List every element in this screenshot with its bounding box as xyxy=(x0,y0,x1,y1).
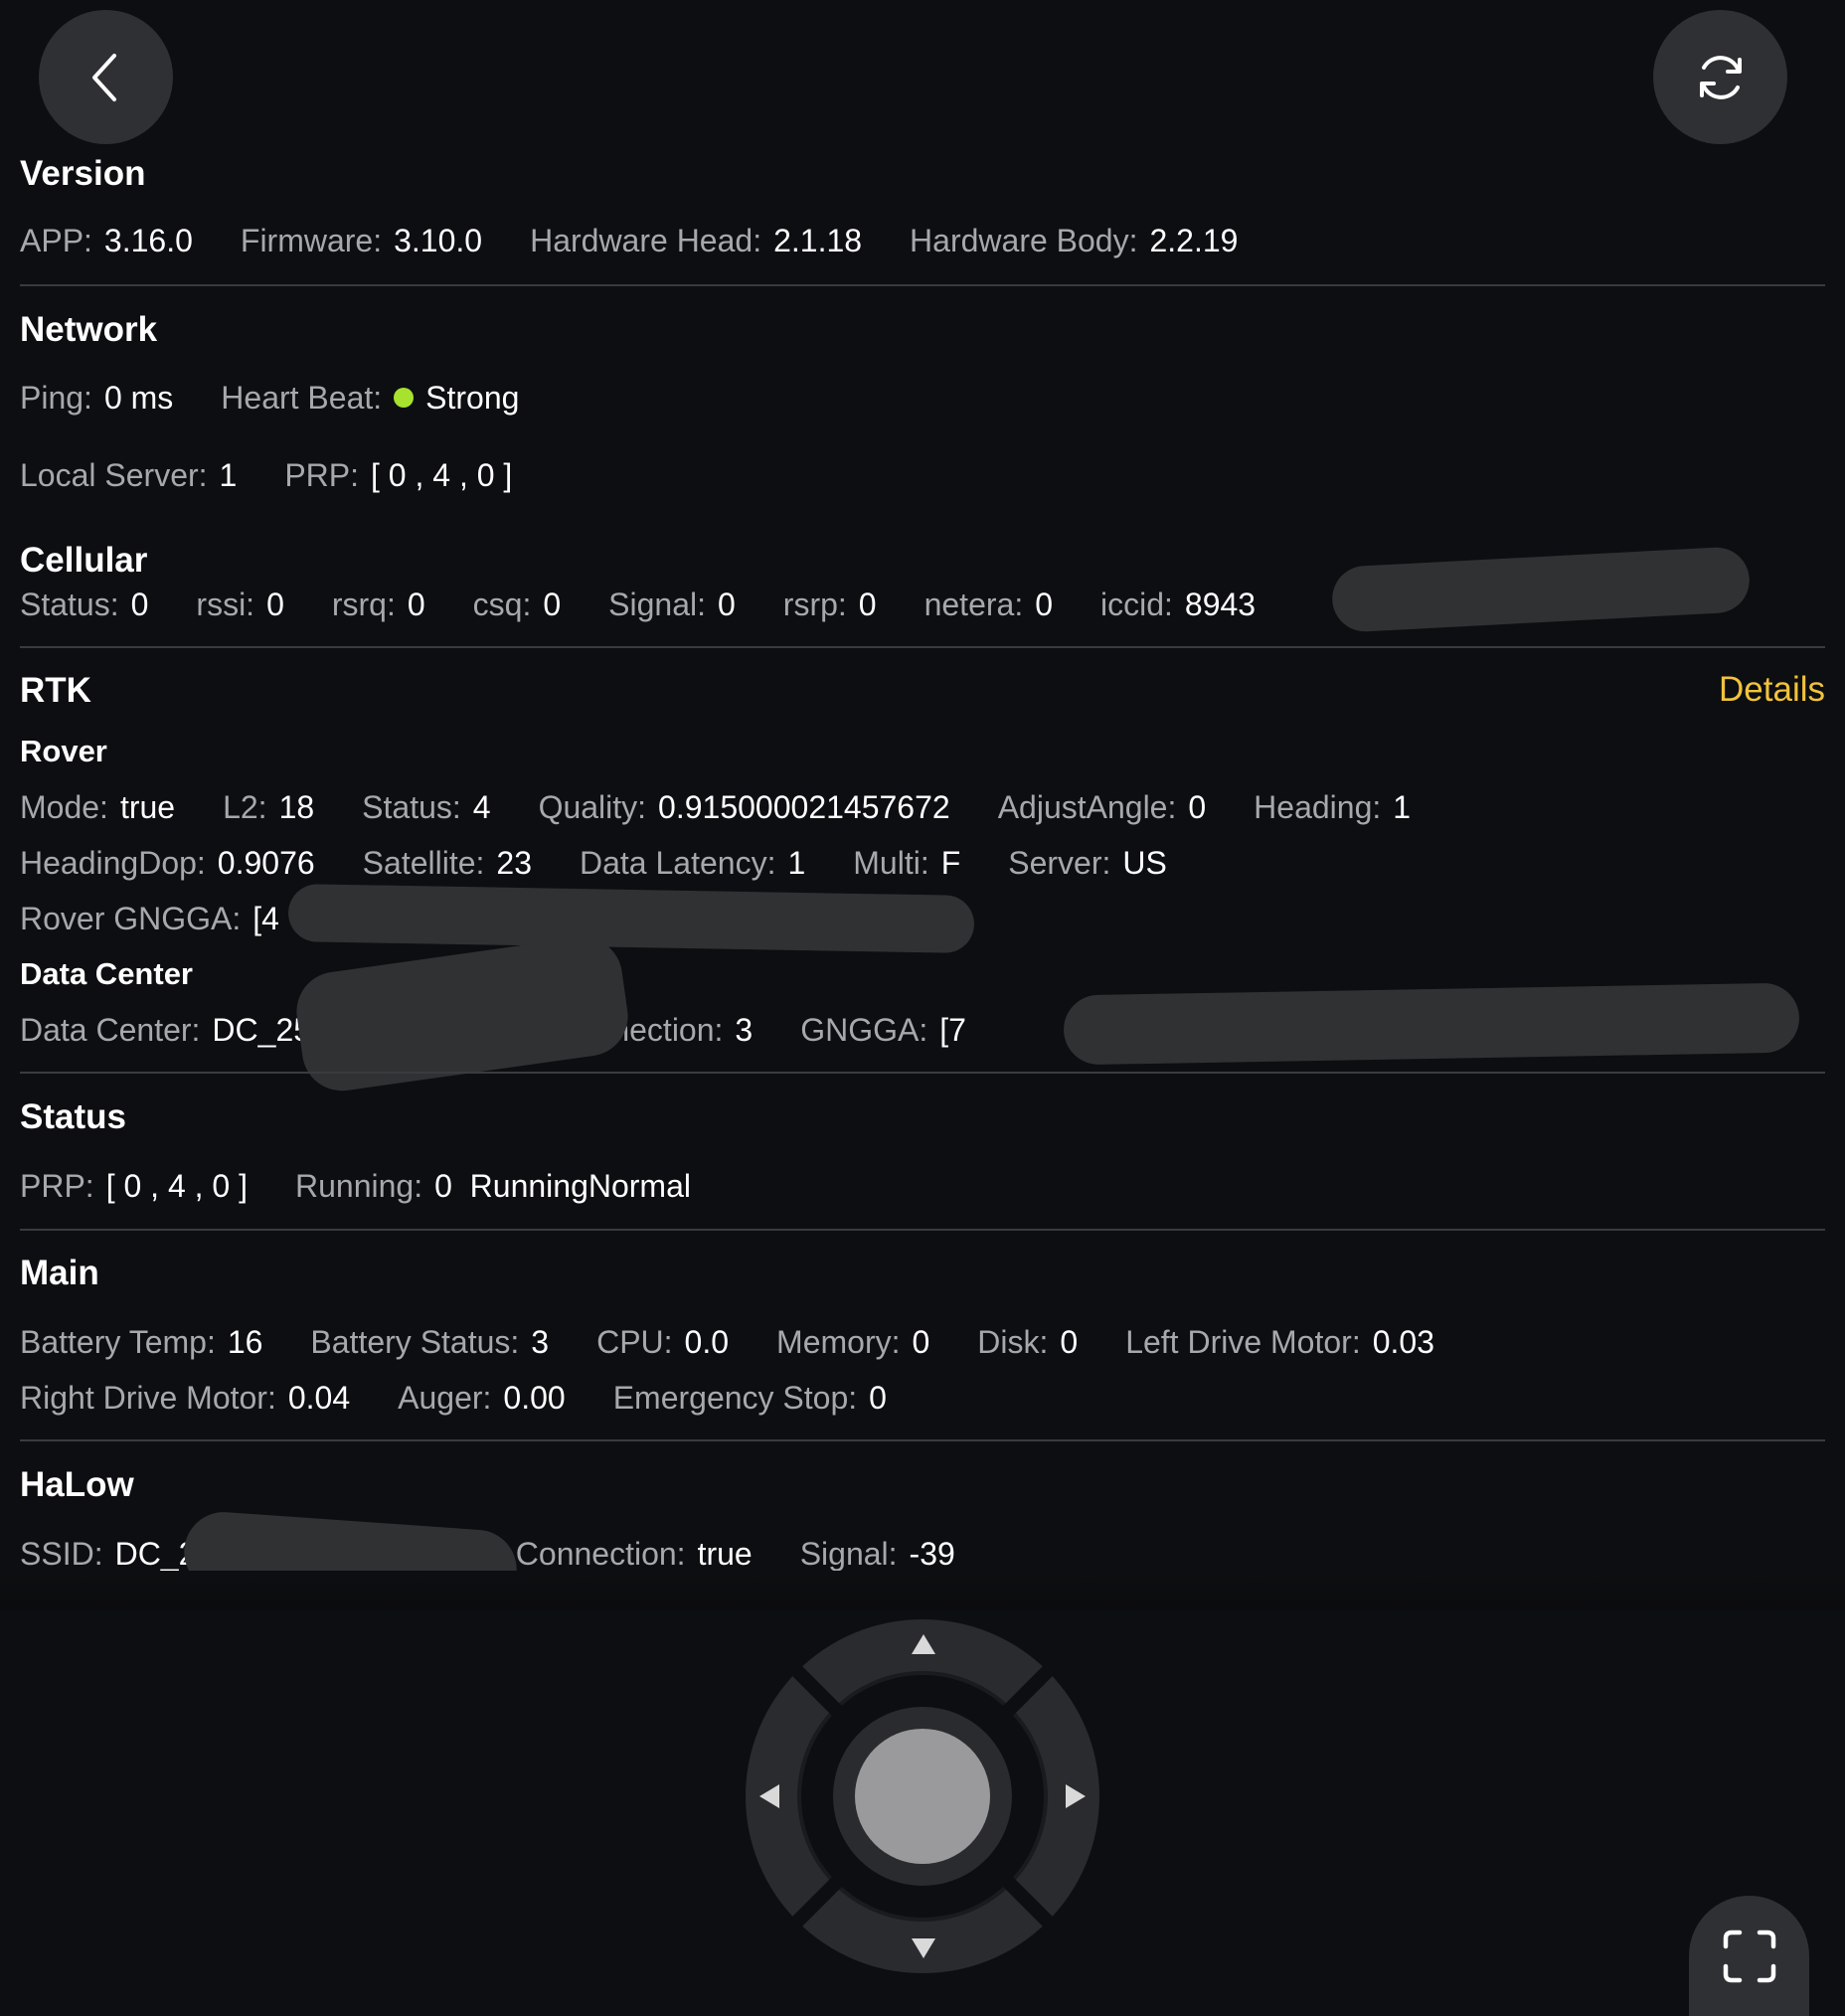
rover-l2: L2: 18 xyxy=(223,789,315,825)
halow-title: HaLow xyxy=(20,1465,134,1504)
version-row: APP: 3.16.0 Firmware: 3.10.0 Hardware Head… xyxy=(20,225,1285,256)
fullscreen-button[interactable] xyxy=(1689,1896,1809,2016)
data-center-title: Data Center xyxy=(20,956,193,991)
battery-temp: Battery Temp: 16 xyxy=(20,1324,263,1360)
cellular-rssi: rssi: 0 xyxy=(196,587,284,622)
version-hardware-body: Hardware Body: 2.2.19 xyxy=(910,223,1239,258)
dpad-graphic xyxy=(746,1619,1099,1973)
main-title: Main xyxy=(20,1254,99,1292)
rover-status: Status: 4 xyxy=(362,789,491,825)
cellular-csq: csq: 0 xyxy=(472,587,562,622)
battery-status: Battery Status: 3 xyxy=(310,1324,550,1360)
divider xyxy=(20,1229,1825,1231)
status-row: PRP:[ 0 , 4 , 0 ] Running: 0 RunningNorma… xyxy=(20,1170,739,1202)
rover-row-1: Mode: true L2: 18 Status: 4 Quality: 0.91500… xyxy=(20,791,1458,823)
network-row-2: Local Server: 1 PRP:[ 0 , 4 , 0 ] xyxy=(20,459,560,491)
rover-heading: Heading: 1 xyxy=(1254,789,1412,825)
local-server-item: Local Server: 1 xyxy=(20,457,238,493)
network-prp-item: PRP:[ 0 , 4 , 0 ] xyxy=(284,457,513,493)
chevron-left-icon xyxy=(91,53,116,101)
left-drive-motor: Left Drive Motor: 0.03 xyxy=(1125,1324,1434,1360)
version-firmware: Firmware: 3.10.0 xyxy=(240,223,483,258)
emergency-stop: Emergency Stop: 0 xyxy=(612,1380,887,1416)
memory: Memory: 0 xyxy=(776,1324,930,1360)
divider xyxy=(20,1072,1825,1074)
redaction-scribble xyxy=(287,883,975,954)
rover-data-latency: Data Latency: 1 xyxy=(580,845,806,881)
cellular-iccid: iccid: 8943 xyxy=(1100,587,1257,622)
bottom-panel-divider xyxy=(0,1571,1845,1610)
version-hardware-head: Hardware Head: 2.1.18 xyxy=(530,223,863,258)
left-arrow-icon[interactable] xyxy=(757,1782,781,1810)
main-row-2: Right Drive Motor: 0.04 Auger: 0.00 Emerge… xyxy=(20,1382,934,1414)
rover-multi: Multi: F xyxy=(853,845,961,881)
refresh-icon xyxy=(1699,55,1742,99)
dpad-joystick[interactable] xyxy=(744,1617,1101,1975)
rover-server: Server: US xyxy=(1008,845,1167,881)
auger: Auger: 0.00 xyxy=(398,1380,566,1416)
cellular-rsrq: rsrq: 0 xyxy=(331,587,425,622)
ping-item: Ping: 0 ms xyxy=(20,380,174,416)
network-row-1: Ping: 0 ms Heart Beat: Strong xyxy=(20,382,567,414)
rover-mode: Mode: true xyxy=(20,789,176,825)
rover-satellite: Satellite: 23 xyxy=(362,845,532,881)
cellular-signal: Signal: 0 xyxy=(608,587,736,622)
cellular-status: Status: 0 xyxy=(20,587,149,622)
divider xyxy=(20,646,1825,648)
rover-quality: Quality: 0.915000021457672 xyxy=(538,789,950,825)
right-arrow-icon[interactable] xyxy=(1064,1782,1088,1810)
disk: Disk: 0 xyxy=(977,1324,1079,1360)
halow-connection: Connection: true xyxy=(515,1536,753,1572)
version-app: APP: 3.16.0 xyxy=(20,223,193,258)
cellular-netera: netera: 0 xyxy=(923,587,1053,622)
rover-heading-dop: HeadingDop: 0.9076 xyxy=(20,845,315,881)
status-prp: PRP:[ 0 , 4 , 0 ] xyxy=(20,1168,248,1204)
rtk-title: RTK xyxy=(20,671,91,710)
version-title: Version xyxy=(20,154,146,193)
cellular-rsrp: rsrp: 0 xyxy=(782,587,877,622)
right-drive-motor: Right Drive Motor: 0.04 xyxy=(20,1380,351,1416)
redaction-scribble xyxy=(1063,982,1800,1066)
cellular-title: Cellular xyxy=(20,541,148,580)
fullscreen-icon xyxy=(1723,1930,1775,1982)
down-arrow-icon[interactable] xyxy=(910,1936,937,1960)
data-center-gngga: GNGGA: [7 xyxy=(800,1012,966,1048)
halow-signal: Signal: -39 xyxy=(799,1536,955,1572)
heartbeat-item: Heart Beat: Strong xyxy=(221,380,520,416)
rover-gngga: Rover GNGGA: [4 xyxy=(20,901,279,936)
status-running: Running: 0 RunningNormal xyxy=(294,1168,691,1204)
rover-adjust-angle: AdjustAngle: 0 xyxy=(997,789,1207,825)
divider xyxy=(20,1439,1825,1441)
rover-gngga-row: Rover GNGGA: [4 xyxy=(20,903,327,934)
heartbeat-status-dot xyxy=(394,388,415,408)
main-row-1: Battery Temp: 16 Battery Status: 3 CPU: 0.0… xyxy=(20,1326,1482,1358)
divider xyxy=(20,284,1825,286)
rover-row-2: HeadingDop: 0.9076 Satellite: 23 Data Late… xyxy=(20,847,1215,879)
up-arrow-icon[interactable] xyxy=(910,1632,937,1656)
rtk-details-link[interactable]: Details xyxy=(1719,672,1825,707)
redaction-scribble xyxy=(1330,546,1752,633)
rover-title: Rover xyxy=(20,734,107,768)
status-title: Status xyxy=(20,1097,126,1136)
refresh-button[interactable] xyxy=(1653,10,1787,144)
cellular-row: Status: 0 rssi: 0 rsrq: 0 csq: 0 Signal: 0 rs… xyxy=(20,588,1303,620)
network-title: Network xyxy=(20,310,158,349)
back-button[interactable] xyxy=(39,10,173,144)
cpu: CPU: 0.0 xyxy=(596,1324,730,1360)
